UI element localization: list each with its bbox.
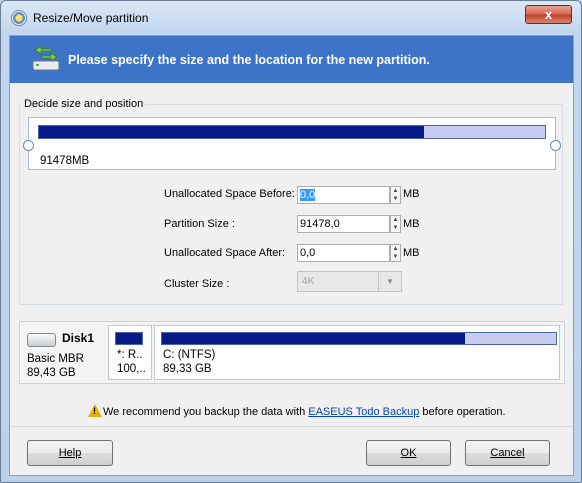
unallocated-before-spinner[interactable]: ▲ ▼ xyxy=(390,186,401,204)
window-title: Resize/Move partition xyxy=(33,11,149,25)
close-button[interactable]: x xyxy=(525,5,572,24)
unallocated-before-input[interactable]: 0,0 xyxy=(297,186,390,204)
unallocated-after-spinner[interactable]: ▲ ▼ xyxy=(390,244,401,262)
unit-label-after: MB xyxy=(403,247,420,259)
help-button[interactable]: Help xyxy=(27,440,113,466)
partition-size-spinner[interactable]: ▲ ▼ xyxy=(390,215,401,233)
todo-backup-link[interactable]: EASEUS Todo Backup xyxy=(308,406,419,418)
unit-label-size: MB xyxy=(403,218,420,230)
title-bar[interactable]: Resize/Move partition x xyxy=(1,1,581,34)
disk-name: Disk1 xyxy=(62,331,95,345)
disk-size: 89,43 GB xyxy=(27,367,76,379)
group-legend: Decide size and position xyxy=(22,98,146,110)
dialog-client: Please specify the size and the location… xyxy=(9,35,574,476)
backup-notice: We recommend you backup the data with EA… xyxy=(88,404,506,418)
banner-text: Please specify the size and the location… xyxy=(68,53,430,67)
ok-button[interactable]: OK xyxy=(366,440,451,466)
partition-usage-fill xyxy=(162,333,466,344)
unallocated-after-input[interactable]: 0,0 xyxy=(297,244,390,262)
right-resize-handle[interactable] xyxy=(550,140,561,151)
cancel-button[interactable]: Cancel xyxy=(465,440,550,466)
partition-usage-bar xyxy=(161,332,557,345)
unallocated-before-label: Unallocated Space Before: xyxy=(164,188,295,200)
partition-label: C: (NTFS) xyxy=(163,349,216,361)
disk-info: Disk1 Basic MBR 89,43 GB xyxy=(26,328,108,380)
unit-label-before: MB xyxy=(403,188,420,200)
partition-block-c[interactable]: C: (NTFS) 89,33 GB xyxy=(154,325,560,380)
warning-icon xyxy=(88,404,102,417)
app-icon xyxy=(11,10,27,26)
hard-disk-icon xyxy=(27,333,56,347)
partition-size-label: Partition Size : xyxy=(164,218,235,230)
partition-block-system[interactable]: *: R.. 100,.. xyxy=(108,325,152,380)
disk-type: Basic MBR xyxy=(27,353,84,365)
partition-label: *: R.. xyxy=(117,349,143,361)
partition-size: 100,.. xyxy=(117,363,146,375)
cluster-size-label: Cluster Size : xyxy=(164,278,230,290)
chevron-down-icon[interactable]: ▼ xyxy=(378,272,401,291)
header-banner: Please specify the size and the location… xyxy=(10,36,573,83)
left-resize-handle[interactable] xyxy=(23,140,34,151)
dialog-window: Resize/Move partition x Please specify t… xyxy=(0,0,582,483)
partition-usage-fill xyxy=(116,333,142,344)
unallocated-after-label: Unallocated Space After: xyxy=(164,247,286,259)
cluster-size-select[interactable]: 4K ▼ xyxy=(297,271,402,292)
partition-bar-area[interactable]: 91478MB xyxy=(28,117,556,170)
partition-bar-used xyxy=(39,126,424,138)
button-separator xyxy=(10,426,573,427)
partition-bar[interactable] xyxy=(38,125,546,139)
partition-size: 89,33 GB xyxy=(163,363,212,375)
partition-usage-bar xyxy=(115,332,143,345)
partition-bar-size: 91478MB xyxy=(40,155,90,167)
resize-partition-icon xyxy=(32,45,60,71)
partition-size-input[interactable]: 91478,0 xyxy=(297,215,390,233)
cluster-size-value: 4K xyxy=(302,276,315,287)
